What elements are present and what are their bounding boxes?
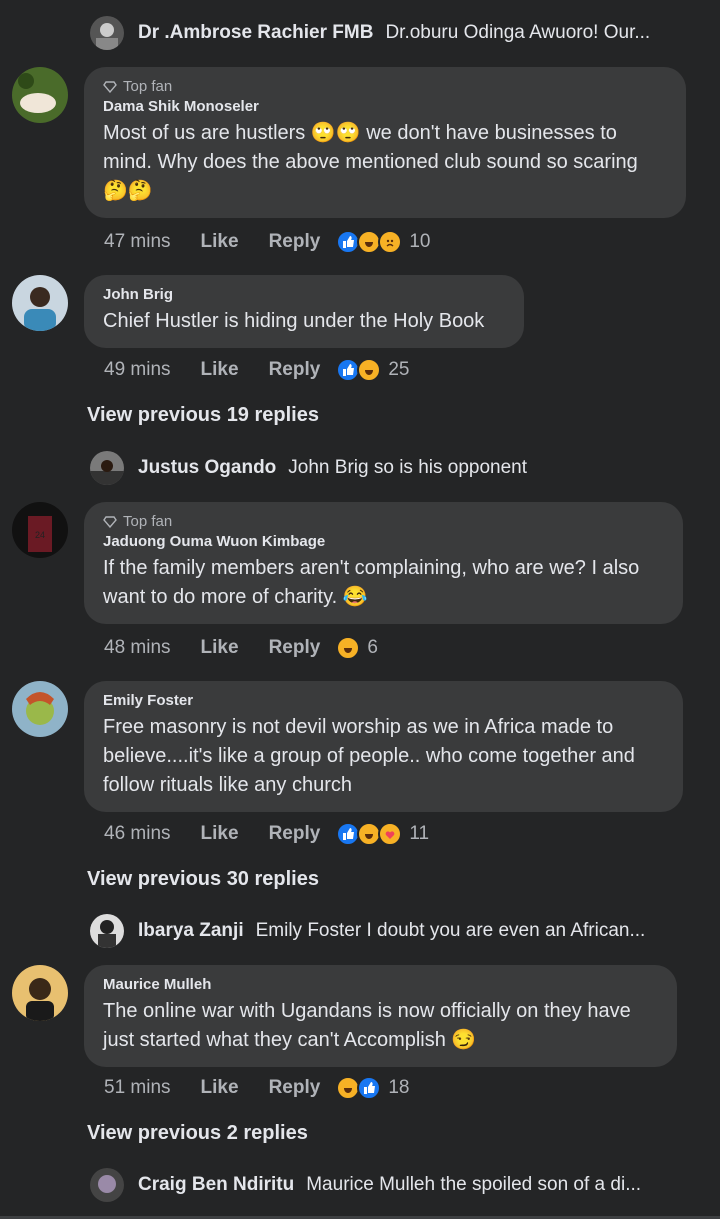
comment-line: If the family members aren't complaining… <box>103 557 640 579</box>
avatar[interactable] <box>12 67 68 123</box>
comment-bubble[interactable]: Top fan Dama Shik Monoseler Most of us a… <box>84 67 686 218</box>
like-reaction-icon <box>357 1076 382 1100</box>
comment-line: Free masonry is not devil worship as we … <box>103 716 614 738</box>
like-button[interactable]: Like <box>201 359 239 381</box>
reply-author[interactable]: Craig Ben Ndiritu <box>138 1174 294 1196</box>
comment-bubble[interactable]: John Brig Chief Hustler is hiding under … <box>84 275 524 348</box>
diamond-icon <box>103 80 117 93</box>
reply-author[interactable]: Ibarya Zanji <box>138 920 244 942</box>
reply-row[interactable]: Ibarya Zanji Emily Foster I doubt you ar… <box>90 914 702 948</box>
badge-label: Top fan <box>123 78 173 95</box>
reply-button[interactable]: Reply <box>269 359 321 381</box>
top-fan-badge: Top fan <box>103 513 664 530</box>
comment-actions: 48 mins Like Reply 6 <box>104 633 378 663</box>
reactions[interactable] <box>336 822 403 846</box>
comment-line: 🤔🤔 <box>103 180 153 202</box>
comment-line: follow rituals like any church <box>103 774 352 796</box>
reply-row[interactable]: Justus Ogando John Brig so is his oppone… <box>90 451 702 485</box>
avatar[interactable] <box>12 965 68 1021</box>
badge-label: Top fan <box>123 513 173 530</box>
comment-line: Most of us are hustlers 🙄🙄 we don't have… <box>103 122 617 144</box>
comment-time[interactable]: 47 mins <box>104 231 171 253</box>
comment-body: Chief Hustler is hiding under the Holy B… <box>103 307 505 336</box>
comment-line: just started what they can't Accomplish … <box>103 1029 477 1051</box>
comment-time[interactable]: 46 mins <box>104 823 171 845</box>
reply-button[interactable]: Reply <box>269 823 321 845</box>
care-reaction-icon <box>378 822 403 846</box>
reply-button[interactable]: Reply <box>269 1077 321 1099</box>
reactions[interactable] <box>336 358 382 382</box>
comment-time[interactable]: 49 mins <box>104 359 171 381</box>
comment-author[interactable]: Jaduong Ouma Wuon Kimbage <box>103 533 664 550</box>
haha-reaction-icon <box>357 358 382 382</box>
comment-author[interactable]: Maurice Mulleh <box>103 976 658 993</box>
comment-actions: 47 mins Like Reply 10 <box>104 227 430 257</box>
avatar[interactable] <box>12 275 68 331</box>
reactions[interactable] <box>336 230 403 254</box>
comment-body: Most of us are hustlers 🙄🙄 we don't have… <box>103 119 667 206</box>
reply-text[interactable]: John Brig so is his opponent <box>288 457 527 479</box>
reply-row[interactable]: Dr .Ambrose Rachier FMB Dr.oburu Odinga … <box>90 16 702 50</box>
avatar[interactable] <box>90 1168 124 1202</box>
reaction-count[interactable]: 6 <box>367 637 378 659</box>
comment-line: want to do more of charity. 😂 <box>103 586 368 608</box>
reaction-count[interactable]: 25 <box>388 359 409 381</box>
reply-text[interactable]: Maurice Mulleh the spoiled son of a di..… <box>306 1174 641 1196</box>
reply-text[interactable]: Dr.oburu Odinga Awuoro! Our... <box>385 22 650 44</box>
reaction-count[interactable]: 18 <box>388 1077 409 1099</box>
comment-line: mind. Why does the above mentioned club … <box>103 151 638 173</box>
like-button[interactable]: Like <box>201 823 239 845</box>
comment-time[interactable]: 51 mins <box>104 1077 171 1099</box>
comment-actions: 46 mins Like Reply 11 <box>104 819 429 849</box>
reply-button[interactable]: Reply <box>269 231 321 253</box>
like-button[interactable]: Like <box>201 637 239 659</box>
diamond-icon <box>103 515 117 528</box>
avatar[interactable]: 24 <box>12 502 68 558</box>
top-fan-badge: Top fan <box>103 78 667 95</box>
comment-time[interactable]: 48 mins <box>104 637 171 659</box>
comment-author[interactable]: John Brig <box>103 286 505 303</box>
avatar[interactable] <box>12 681 68 737</box>
comment-body: Free masonry is not devil worship as we … <box>103 713 664 800</box>
comment-author[interactable]: Dama Shik Monoseler <box>103 98 667 115</box>
like-button[interactable]: Like <box>201 231 239 253</box>
view-previous-replies[interactable]: View previous 2 replies <box>87 1122 308 1145</box>
view-previous-replies[interactable]: View previous 19 replies <box>87 404 319 427</box>
haha-reaction-icon <box>336 636 361 660</box>
avatar[interactable] <box>90 914 124 948</box>
comment-bubble[interactable]: Maurice Mulleh The online war with Ugand… <box>84 965 677 1067</box>
sad-reaction-icon <box>378 230 403 254</box>
svg-text:24: 24 <box>35 530 45 540</box>
comment-body: If the family members aren't complaining… <box>103 554 664 612</box>
reaction-count[interactable]: 11 <box>409 823 429 845</box>
comment-actions: 51 mins Like Reply 18 <box>104 1073 409 1103</box>
reply-author[interactable]: Dr .Ambrose Rachier FMB <box>138 22 373 44</box>
view-previous-replies[interactable]: View previous 30 replies <box>87 868 319 891</box>
comment-line: The online war with Ugandans is now offi… <box>103 1000 631 1022</box>
reaction-count[interactable]: 10 <box>409 231 430 253</box>
comment-bubble[interactable]: Emily Foster Free masonry is not devil w… <box>84 681 683 812</box>
comment-author[interactable]: Emily Foster <box>103 692 664 709</box>
comment-line: Chief Hustler is hiding under the Holy B… <box>103 310 485 332</box>
comment-actions: 49 mins Like Reply 25 <box>104 355 409 385</box>
avatar[interactable] <box>90 16 124 50</box>
reply-text[interactable]: Emily Foster I doubt you are even an Afr… <box>256 920 646 942</box>
reply-author[interactable]: Justus Ogando <box>138 457 276 479</box>
like-button[interactable]: Like <box>201 1077 239 1099</box>
reactions[interactable] <box>336 1076 382 1100</box>
reply-button[interactable]: Reply <box>269 637 321 659</box>
reply-row[interactable]: Craig Ben Ndiritu Maurice Mulleh the spo… <box>90 1168 702 1202</box>
comment-body: The online war with Ugandans is now offi… <box>103 997 658 1055</box>
comment-line: believe....it's like a group of people..… <box>103 745 635 767</box>
avatar[interactable] <box>90 451 124 485</box>
comment-bubble[interactable]: Top fan Jaduong Ouma Wuon Kimbage If the… <box>84 502 683 624</box>
reactions[interactable] <box>336 636 361 660</box>
